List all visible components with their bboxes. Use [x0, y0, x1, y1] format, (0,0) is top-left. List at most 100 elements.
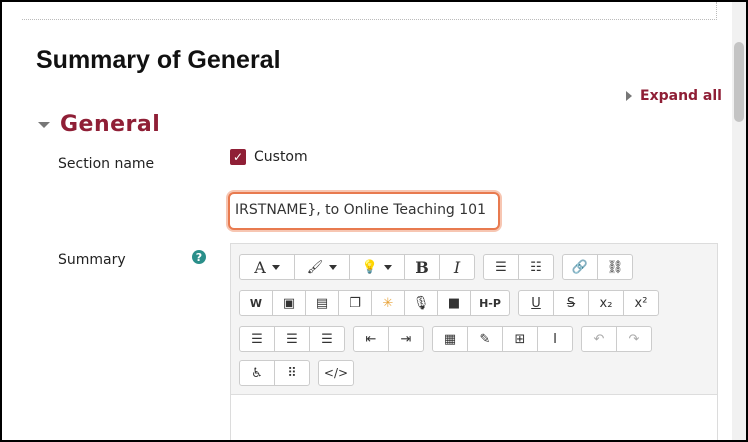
lightbulb-button[interactable]: 💡: [350, 255, 405, 279]
video-camera-icon: ■: [447, 295, 461, 311]
summary-editor[interactable]: A 🖌 💡 B I ☰ ☷ 🔗 ⛓ W ▣ ▤ ❐ ✳ 🎙 ■ H-P U S …: [230, 243, 718, 440]
equation-button[interactable]: ▦: [433, 327, 468, 351]
help-icon[interactable]: ?: [192, 250, 206, 264]
undo-icon: ↶: [593, 331, 605, 347]
word-icon: W: [249, 296, 263, 310]
dropdown-caret-icon: [329, 264, 338, 270]
toolbar-row-1: A 🖌 💡 B I ☰ ☷ 🔗 ⛓: [239, 254, 641, 280]
align-left-icon: ☰: [251, 331, 263, 347]
a11y-group: ♿ ⠿: [239, 360, 310, 386]
page-title: Summary of General: [36, 46, 281, 74]
screenreader-button[interactable]: ⠿: [275, 361, 309, 385]
section-title: General: [60, 112, 161, 137]
align-left-button[interactable]: ☰: [240, 327, 275, 351]
record-audio-button[interactable]: 🎙: [405, 291, 438, 315]
numbered-list-button[interactable]: ☷: [519, 255, 553, 279]
italic-button[interactable]: I: [440, 255, 474, 279]
indent-icon: ⇥: [400, 331, 412, 347]
outdent-button[interactable]: ⇤: [354, 327, 389, 351]
format-group: U S x₂ x²: [518, 290, 659, 316]
style-group: A 🖌 💡 B I: [239, 254, 475, 280]
editor-toolbar: A 🖌 💡 B I ☰ ☷ 🔗 ⛓ W ▣ ▤ ❐ ✳ 🎙 ■ H-P U S …: [231, 244, 717, 395]
table-button[interactable]: ⊞: [503, 327, 538, 351]
superscript-button[interactable]: x²: [624, 291, 658, 315]
calculator-icon: ▦: [443, 331, 457, 347]
image-button[interactable]: ▣: [273, 291, 306, 315]
media-group: W ▣ ▤ ❐ ✳ 🎙 ■ H-P: [239, 290, 510, 316]
editor-content-area[interactable]: [231, 395, 717, 440]
custom-checkbox-wrap[interactable]: ✓ Custom: [230, 149, 308, 165]
accessibility-button[interactable]: ♿: [240, 361, 275, 385]
collapse-arrow-icon: [38, 121, 50, 128]
paint-brush-button[interactable]: 🖌: [295, 255, 350, 279]
align-center-button[interactable]: ☰: [275, 327, 310, 351]
dropdown-caret-icon: [384, 264, 393, 270]
toolbar-row-2: W ▣ ▤ ❐ ✳ 🎙 ■ H-P U S x₂ x²: [239, 290, 667, 316]
toolbar-row-4: ♿ ⠿ </>: [239, 360, 362, 386]
custom-checkbox[interactable]: ✓: [230, 149, 246, 165]
link-icon: 🔗: [571, 259, 589, 275]
scrollbar-thumb[interactable]: [734, 42, 744, 122]
section-name-input[interactable]: IRSTNAME}, to Online Teaching 101: [228, 192, 500, 230]
bold-button[interactable]: B: [405, 255, 440, 279]
lightbulb-icon: 💡: [361, 259, 379, 275]
kaltura-icon: ✳: [382, 295, 394, 311]
image-icon: ▣: [282, 295, 296, 311]
dotted-region: [22, 2, 717, 20]
underline-button[interactable]: U: [519, 291, 554, 315]
subscript-button[interactable]: x₂: [589, 291, 624, 315]
redo-button[interactable]: ↷: [617, 327, 651, 351]
expand-arrow-icon: [626, 91, 632, 101]
h5p-button[interactable]: H-P: [471, 291, 509, 315]
align-center-icon: ☰: [286, 331, 298, 347]
section-toggle[interactable]: General: [38, 112, 160, 137]
font-style-icon: A: [254, 257, 266, 277]
braille-icon: ⠿: [287, 365, 297, 381]
link-button[interactable]: 🔗: [563, 255, 598, 279]
unlink-icon: ⛓: [606, 259, 624, 275]
numbered-list-icon: ☷: [530, 259, 542, 275]
undo-button[interactable]: ↶: [582, 327, 617, 351]
kaltura-button[interactable]: ✳: [372, 291, 405, 315]
outdent-icon: ⇤: [365, 331, 377, 347]
expand-all-link[interactable]: Expand all: [626, 88, 722, 104]
font-style-button[interactable]: A: [240, 255, 295, 279]
link-group: 🔗 ⛓: [562, 254, 633, 280]
strikethrough-button[interactable]: S: [554, 291, 589, 315]
word-import-button[interactable]: W: [240, 291, 273, 315]
clear-format-button[interactable]: I: [538, 327, 572, 351]
html-button[interactable]: </>: [319, 361, 353, 385]
indent-group: ⇤ ⇥: [353, 326, 424, 352]
record-video-button[interactable]: ■: [438, 291, 471, 315]
align-right-icon: ☰: [321, 331, 333, 347]
dropdown-caret-icon: [271, 264, 280, 270]
microphone-icon: 🎙: [412, 295, 430, 311]
manage-files-button[interactable]: ❐: [339, 291, 372, 315]
bullet-list-button[interactable]: ☰: [484, 255, 519, 279]
toolbar-row-3: ☰ ☰ ☰ ⇤ ⇥ ▦ ✎ ⊞ I ↶ ↷: [239, 326, 660, 352]
html-group: </>: [318, 360, 354, 386]
unlink-button[interactable]: ⛓: [598, 255, 632, 279]
summary-label: Summary: [58, 252, 126, 268]
redo-icon: ↷: [628, 331, 640, 347]
scrollbar[interactable]: [732, 2, 746, 440]
align-right-button[interactable]: ☰: [310, 327, 344, 351]
special-char-button[interactable]: ✎: [468, 327, 503, 351]
section-name-label: Section name: [58, 156, 155, 172]
table-icon: ⊞: [514, 331, 526, 347]
expand-all-label: Expand all: [640, 88, 722, 104]
window-frame: Summary of General Expand all General Se…: [0, 0, 748, 442]
align-group: ☰ ☰ ☰: [239, 326, 345, 352]
text-cursor-icon: I: [553, 331, 557, 347]
bullet-list-icon: ☰: [495, 259, 507, 275]
accessibility-icon: ♿: [251, 365, 263, 381]
insert-group: ▦ ✎ ⊞ I: [432, 326, 573, 352]
section-name-value: IRSTNAME}, to Online Teaching 101: [235, 202, 486, 218]
edit-icon: ✎: [479, 331, 491, 347]
history-group: ↶ ↷: [581, 326, 652, 352]
indent-button[interactable]: ⇥: [389, 327, 423, 351]
custom-label: Custom: [254, 149, 308, 165]
media-button[interactable]: ▤: [306, 291, 339, 315]
paint-brush-icon: 🖌: [306, 259, 324, 275]
list-group: ☰ ☷: [483, 254, 554, 280]
